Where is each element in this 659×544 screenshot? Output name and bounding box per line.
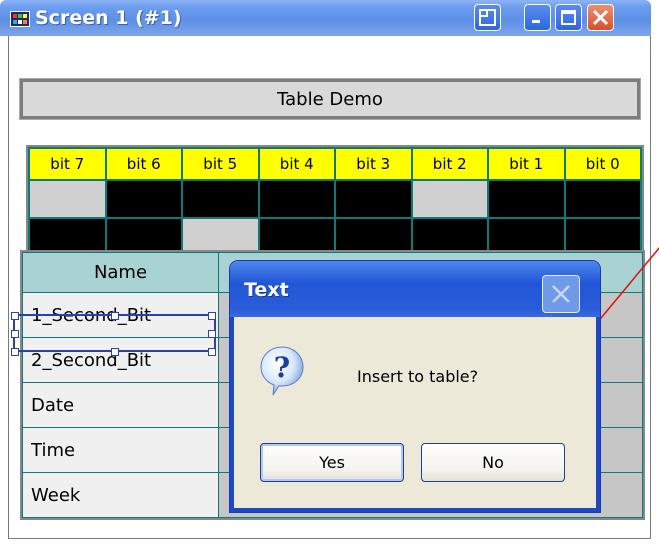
svg-text:?: ? <box>274 351 290 384</box>
dialog-close-button[interactable] <box>542 275 580 313</box>
dialog-border <box>230 508 600 512</box>
question-icon: ? <box>260 346 304 396</box>
dialog-titlebar[interactable]: Text <box>230 261 600 317</box>
dialog-body: ? Insert to table? Yes No <box>234 317 596 508</box>
dialog-message: Insert to table? <box>357 367 479 386</box>
insert-dialog: Text ? Insert to table? Yes No <box>230 261 600 512</box>
dialog-border <box>596 317 600 512</box>
no-button[interactable]: No <box>421 443 565 482</box>
yes-button[interactable]: Yes <box>260 443 404 482</box>
close-icon <box>552 285 570 303</box>
dialog-title: Text <box>244 279 289 301</box>
